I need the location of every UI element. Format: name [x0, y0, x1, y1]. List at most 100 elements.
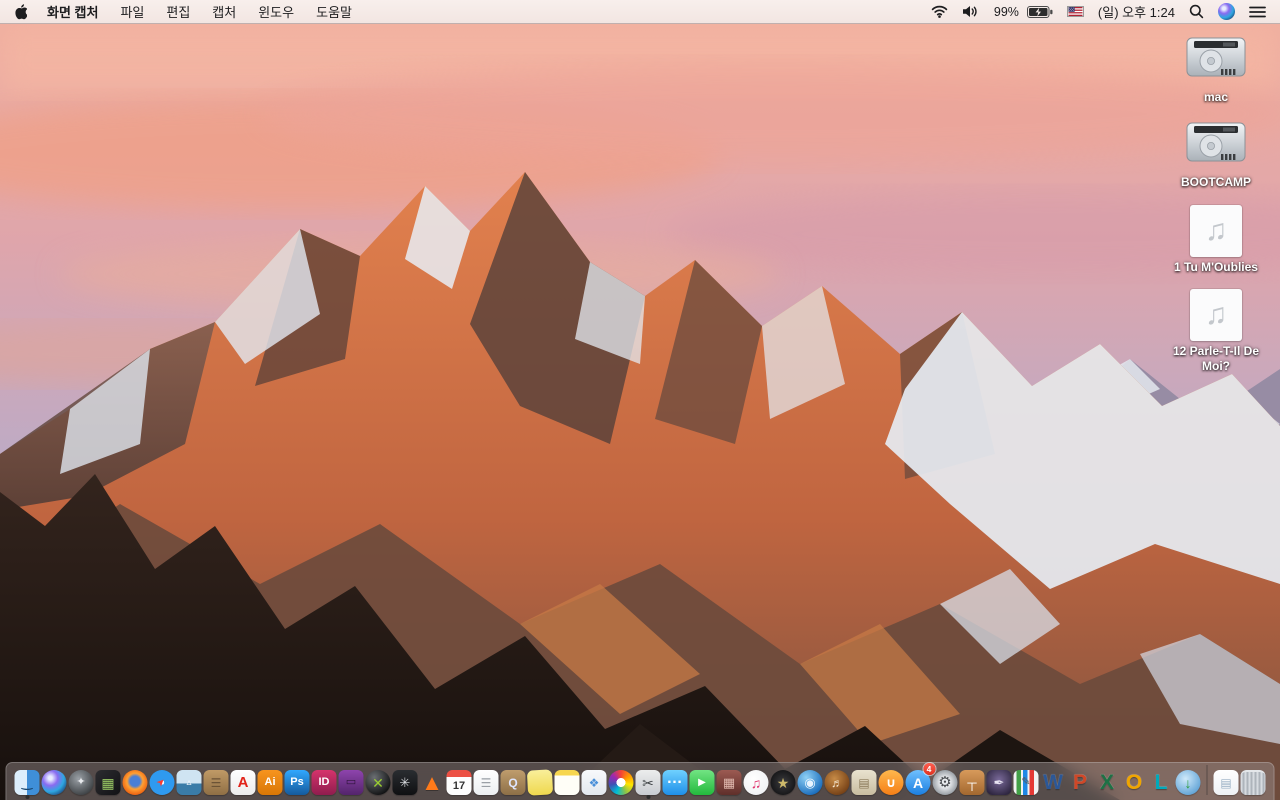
scrapbook-app-dock-icon[interactable]: ▤ [851, 767, 877, 795]
converter-box-app-dock-icon[interactable]: Q [500, 767, 526, 795]
grab-screen-capture-tile: ✂ [635, 770, 661, 795]
trash-full-dock-icon[interactable] [1240, 767, 1266, 795]
adobe-acrobat-dock-icon[interactable]: A [230, 767, 256, 795]
vlc-dock-icon[interactable]: ▲ [419, 767, 445, 795]
safari-dock-icon[interactable]: ➤ [149, 767, 175, 795]
desktop-icon-audio-file-12[interactable]: ♫ 12 Parle-T-Il De Moi? [1158, 289, 1274, 373]
garageband-dock-icon[interactable]: ♬ [824, 767, 850, 795]
finder-dock-icon[interactable]: ‿ [14, 767, 40, 799]
messages-tile: … [662, 770, 688, 795]
toast-titanium-glyph: ▭ [345, 776, 357, 788]
vlc-glyph: ▲ [421, 770, 443, 795]
battery-charging-icon[interactable] [1026, 5, 1053, 18]
ms-word-tile: W [1041, 770, 1066, 795]
hard-drive-icon [1186, 37, 1246, 77]
menu-item-2[interactable]: 캡처 [212, 5, 236, 20]
keynote-dock-icon[interactable]: ┬ [959, 767, 985, 795]
menu-item-1[interactable]: 편집 [166, 5, 190, 20]
desktop-icon-audio-file-1[interactable]: ♫ 1 Tu M'Oublies [1158, 204, 1274, 274]
contacts-dock-icon[interactable]: ☰ [203, 767, 229, 795]
menu-item-3[interactable]: 윈도우 [258, 5, 294, 20]
battery-percent: 99% [993, 4, 1019, 19]
keynote-tile: ┬ [959, 770, 985, 795]
desktop-wallpaper [0, 24, 1280, 800]
photo-booth-glyph: ▦ [722, 775, 736, 790]
siri-dock-icon[interactable] [41, 767, 67, 795]
ms-excel-dock-icon[interactable]: X [1094, 767, 1120, 795]
wifi-icon[interactable] [931, 5, 948, 18]
documents-app-dock-icon[interactable]: ❖ [581, 767, 607, 795]
calendar-tile: 17 [446, 770, 472, 795]
launchpad-dock-icon[interactable]: ✦ [68, 767, 94, 795]
desktop-icon-drive-bootcamp[interactable]: BOOTCAMP [1158, 119, 1274, 189]
firefox-dock-icon[interactable] [122, 767, 148, 795]
facetime-dock-icon[interactable]: ▶ [689, 767, 715, 795]
toast-titanium-dock-icon[interactable]: ▭ [338, 767, 364, 795]
numbers-dock-icon[interactable]: ✎ [1013, 767, 1039, 795]
mission-control-tile: ▦ [95, 770, 121, 795]
ibooks-dock-icon[interactable]: ∪ [878, 767, 904, 795]
dvd-ripper-app-dock-icon[interactable]: ◉ [797, 767, 823, 795]
volume-icon[interactable] [962, 5, 980, 18]
desktop-icon-drive-mac[interactable]: mac [1158, 34, 1274, 104]
grab-screen-capture-running-indicator [646, 795, 650, 799]
photo-booth-dock-icon[interactable]: ▦ [716, 767, 742, 795]
ms-lync-dock-icon[interactable]: L [1148, 767, 1174, 795]
ms-lync-glyph: L [1154, 771, 1168, 794]
spotlight-search-icon[interactable] [1189, 4, 1204, 19]
adobe-photoshop-dock-icon[interactable]: Ps [284, 767, 310, 795]
desktop-icon-label: mac [1203, 90, 1229, 104]
ms-outlook-glyph: O [1125, 771, 1143, 794]
imovie-tile: ★ [770, 770, 796, 795]
ms-outlook-dock-icon[interactable]: O [1121, 767, 1147, 795]
app-store-badge: 4 [923, 763, 935, 775]
apple-menu[interactable] [14, 3, 27, 20]
downloader-app-tile: ↓ [1175, 770, 1201, 795]
documents-app-glyph: ❖ [588, 775, 600, 790]
siri-tile [41, 770, 67, 795]
green-x-sphere-app-dock-icon[interactable]: ✕ [365, 767, 391, 795]
adobe-illustrator-tile: Ai [257, 770, 283, 795]
downloader-app-glyph: ↓ [1184, 774, 1192, 791]
siri-icon[interactable] [1218, 3, 1235, 20]
disk-speed-test-dock-icon[interactable]: ✳ [392, 767, 418, 795]
itunes-tile: ♫ [743, 770, 769, 795]
system-preferences-dock-icon[interactable]: ⚙ [932, 767, 958, 795]
itunes-glyph: ♫ [750, 774, 762, 791]
grab-screen-capture-dock-icon[interactable]: ✂ [635, 767, 661, 799]
messages-dock-icon[interactable]: … [662, 767, 688, 795]
pages-dock-icon[interactable]: ✒ [986, 767, 1012, 795]
notes-dock-icon[interactable] [554, 767, 580, 795]
notification-center-icon[interactable] [1249, 6, 1266, 18]
imovie-glyph: ★ [776, 774, 790, 791]
photos-dock-icon[interactable] [608, 767, 634, 795]
ms-powerpoint-dock-icon[interactable]: P [1067, 767, 1093, 795]
ms-word-dock-icon[interactable]: W [1040, 767, 1066, 795]
adobe-indesign-dock-icon[interactable]: ID [311, 767, 337, 795]
itunes-dock-icon[interactable]: ♫ [743, 767, 769, 795]
calendar-dock-icon[interactable]: 17 [446, 767, 472, 795]
imovie-dock-icon[interactable]: ★ [770, 767, 796, 795]
keynote-glyph: ┬ [967, 775, 977, 790]
mission-control-dock-icon[interactable]: ▦ [95, 767, 121, 795]
reminders-dock-icon[interactable]: ☰ [473, 767, 499, 795]
menu-bar-clock[interactable]: (일) 오후 1:24 [1098, 2, 1175, 21]
downloader-app-dock-icon[interactable]: ↓ [1175, 767, 1201, 795]
document-file-dock-icon[interactable]: ▤ [1213, 767, 1239, 795]
adobe-illustrator-dock-icon[interactable]: Ai [257, 767, 283, 795]
music-note-icon: ♫ [1190, 204, 1242, 257]
input-source-flag-us[interactable] [1066, 6, 1084, 17]
finder-glyph: ‿ [21, 775, 33, 790]
ibooks-tile: ∪ [878, 770, 904, 795]
numbers-glyph: ✎ [1021, 776, 1031, 788]
stickies-dock-icon[interactable] [526, 767, 554, 796]
menu-item-0[interactable]: 파일 [120, 5, 144, 20]
menu-item-4[interactable]: 도움말 [316, 5, 352, 20]
active-app-menu[interactable]: 화면 캡처 [47, 2, 98, 21]
app-menus: 파일 편집 캡처 윈도우 도움말 [120, 2, 374, 21]
grab-screen-capture-glyph: ✂ [642, 774, 654, 791]
disk-speed-test-tile: ✳ [392, 770, 418, 795]
preview-dock-icon[interactable]: ▵ [176, 767, 202, 795]
app-store-dock-icon[interactable]: A4 [905, 763, 935, 795]
system-preferences-glyph: ⚙ [938, 774, 952, 791]
